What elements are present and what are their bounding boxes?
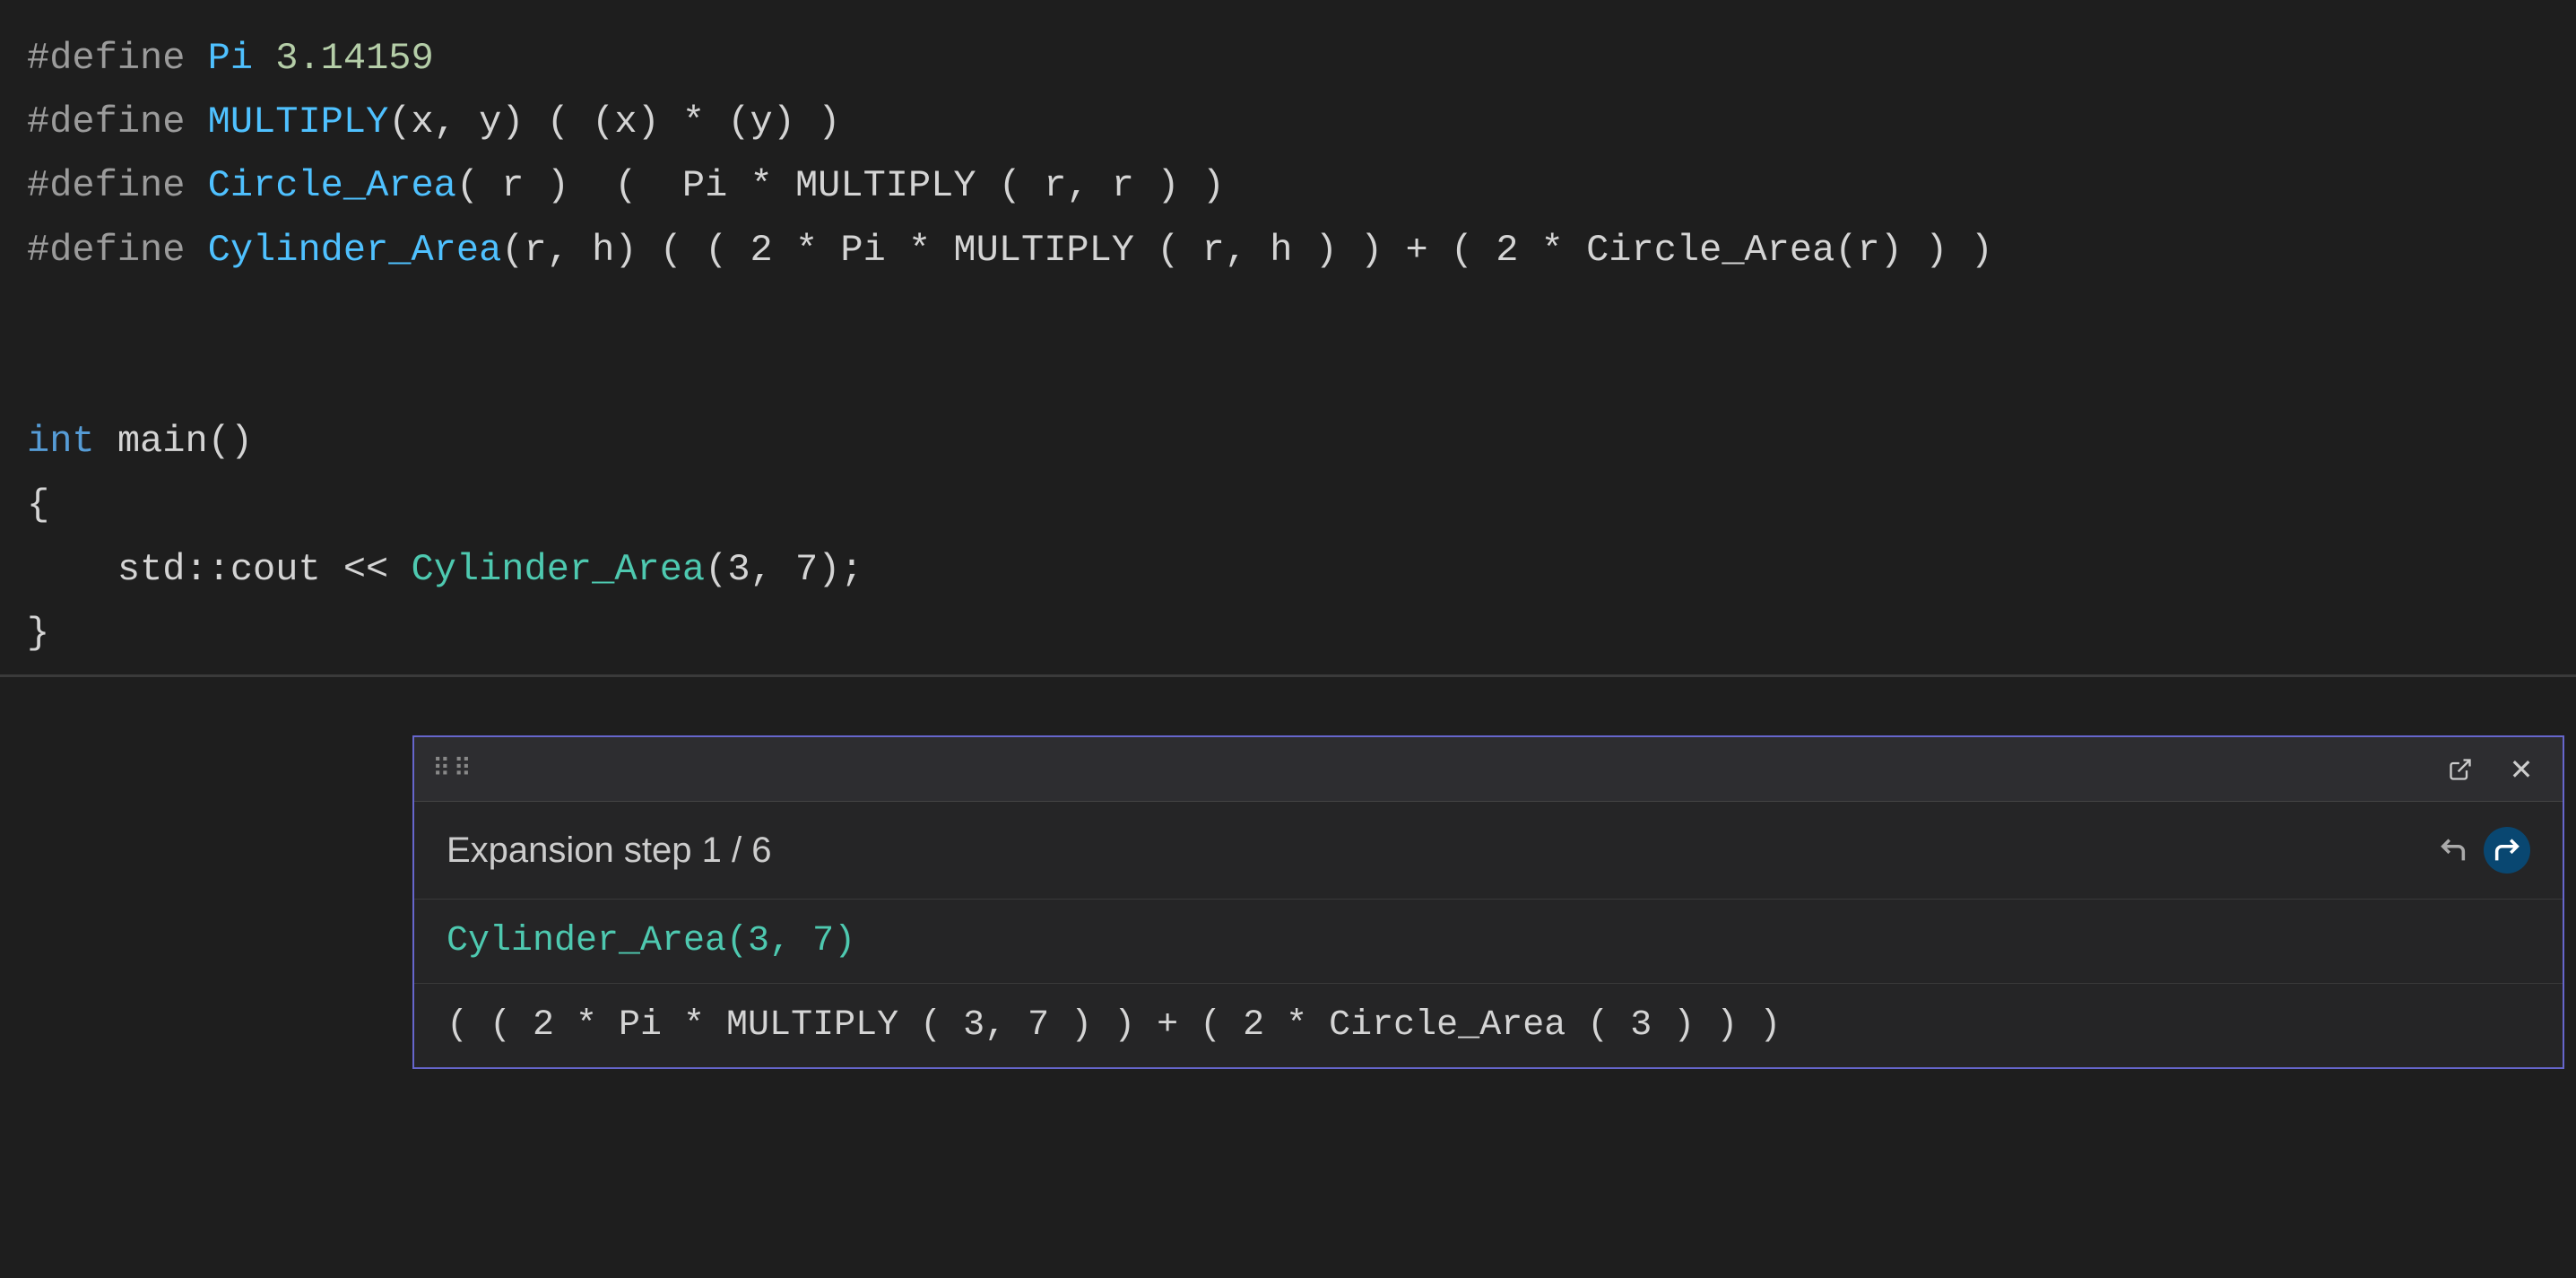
panel-action-buttons: ✕	[2437, 746, 2545, 793]
code-line-2: #define MULTIPLY(x, y) ( (x) * (y) )	[0, 91, 2576, 154]
expansion-panel: ⠿⠿ ✕ Expansion step 1 / 6	[412, 735, 2564, 1069]
code-token: (r, h) ( ( 2 * Pi * MULTIPLY ( r, h ) ) …	[501, 221, 1992, 281]
code-line-5	[0, 283, 2576, 346]
code-token: ( r ) ( Pi * MULTIPLY ( r, r ) )	[456, 156, 1225, 216]
code-token: }	[27, 604, 49, 664]
expansion-step-label: Expansion step 1 / 6	[447, 830, 771, 871]
code-token: std::cout <<	[27, 540, 411, 600]
code-editor: #define Pi 3.14159 #define MULTIPLY(x, y…	[0, 0, 2576, 700]
prev-step-button[interactable]	[2430, 827, 2476, 874]
code-line-9: std::cout << Cylinder_Area(3, 7);	[0, 538, 2576, 602]
code-token: MULTIPLY	[208, 92, 389, 152]
code-line-6	[0, 346, 2576, 410]
original-macro-text: Cylinder_Area(3, 7)	[447, 921, 855, 961]
code-token: (3, 7);	[705, 540, 863, 600]
code-line-1: #define Pi 3.14159	[0, 27, 2576, 91]
close-panel-button[interactable]: ✕	[2498, 746, 2545, 793]
code-token: #define	[27, 221, 208, 281]
code-token: main()	[95, 412, 253, 472]
close-icon: ✕	[2510, 752, 2534, 787]
navigation-arrows	[2430, 827, 2530, 874]
expanded-result-row: ( ( 2 * Pi * MULTIPLY ( 3, 7 ) ) + ( 2 *…	[414, 984, 2563, 1067]
panel-header: Expansion step 1 / 6	[414, 802, 2563, 900]
code-line-7: int main()	[0, 410, 2576, 474]
code-token: (x, y) ( (x) * (y) )	[388, 92, 840, 152]
code-token: int	[27, 412, 95, 472]
next-step-button[interactable]	[2484, 827, 2530, 874]
drag-handle-icon: ⠿⠿	[432, 753, 474, 785]
code-token: #define	[27, 156, 208, 216]
code-line-4: #define Cylinder_Area(r, h) ( ( 2 * Pi *…	[0, 219, 2576, 283]
code-token: Cylinder_Area	[411, 540, 705, 600]
original-macro-row: Cylinder_Area(3, 7)	[414, 900, 2563, 984]
code-token: Circle_Area	[208, 156, 456, 216]
code-token: #define	[27, 92, 208, 152]
expand-external-button[interactable]	[2437, 746, 2484, 793]
code-token: 3.14159	[253, 29, 434, 89]
panel-titlebar: ⠿⠿ ✕	[414, 737, 2563, 802]
expanded-result-text: ( ( 2 * Pi * MULTIPLY ( 3, 7 ) ) + ( 2 *…	[447, 1005, 1781, 1046]
code-line-8: {	[0, 474, 2576, 537]
code-line-10: }	[0, 602, 2576, 665]
editor-separator	[0, 674, 2576, 677]
code-line-3: #define Circle_Area( r ) ( Pi * MULTIPLY…	[0, 154, 2576, 218]
code-token: {	[27, 475, 49, 535]
code-token: Pi	[208, 29, 253, 89]
code-token: #define	[27, 29, 208, 89]
code-token: Cylinder_Area	[208, 221, 502, 281]
